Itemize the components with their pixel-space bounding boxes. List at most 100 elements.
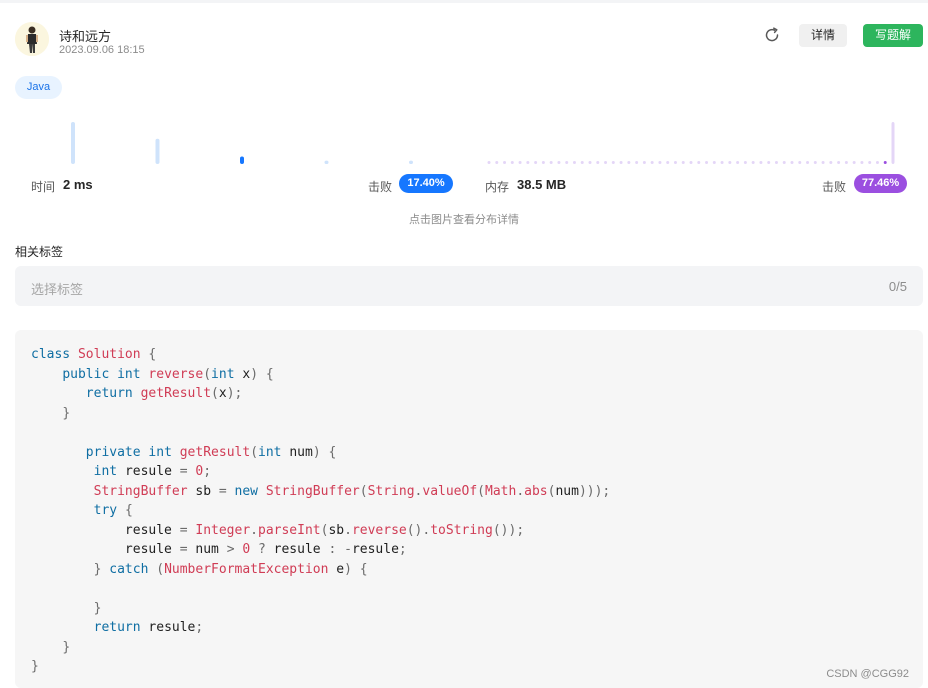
- memory-dist-bar: [503, 161, 507, 164]
- code-line: return resule;: [93, 620, 204, 635]
- time-value: 2 ms: [63, 177, 93, 192]
- memory-dist-bar: [596, 161, 600, 164]
- memory-dist-bar: [790, 161, 794, 164]
- memory-dist-bar: [572, 161, 576, 164]
- tag-select[interactable]: 选择标签 0/5: [15, 266, 923, 306]
- language-tag[interactable]: Java: [15, 76, 62, 99]
- memory-dist-bar: [635, 161, 639, 164]
- memory-dist-bar: [619, 161, 623, 164]
- memory-dist-bar: [759, 161, 763, 164]
- avatar[interactable]: [15, 22, 49, 56]
- memory-dist-bar: [666, 161, 670, 164]
- memory-dist-bar: [821, 161, 825, 164]
- code-line: ​: [31, 579, 610, 599]
- memory-dist-bar: [743, 161, 747, 164]
- memory-dist-bar: [627, 161, 631, 164]
- code-line: }: [62, 405, 71, 421]
- write-solution-button[interactable]: 写题解: [863, 24, 923, 47]
- memory-beats-label: 击败: [822, 180, 847, 194]
- memory-dist-bar: [580, 161, 584, 164]
- time-label: 时间: [31, 180, 56, 194]
- code-line: class Solution {: [31, 347, 157, 362]
- code-line: return getResult(x);: [85, 386, 243, 401]
- memory-dist-bar: [642, 161, 646, 164]
- memory-dist-bar: [837, 161, 841, 164]
- distribution-chart-svg: [71, 122, 895, 164]
- chart-hint: 点击图片查看分布详情: [409, 214, 519, 226]
- memory-dist-bar: [526, 161, 530, 164]
- code-line: ​: [31, 423, 610, 443]
- memory-dist-bar: [565, 161, 569, 164]
- memory-dist-bar: [705, 161, 709, 164]
- memory-dist-bar: [868, 161, 872, 164]
- memory-dist-bar: [604, 161, 608, 164]
- code-line: StringBuffer sb = new StringBuffer(Strin…: [93, 483, 611, 499]
- memory-dist-bar: [813, 161, 817, 164]
- memory-dist-bar: [650, 161, 654, 164]
- memory-dist-bar: [844, 161, 848, 164]
- memory-dist-bar: [518, 161, 522, 164]
- memory-dist-bar: [883, 161, 887, 164]
- code-line: resule = num > 0 ? resule : -resule;: [124, 542, 407, 557]
- code-line: }: [31, 659, 39, 674]
- code-line: resule = Integer.parseInt(sb.reverse().t…: [124, 522, 525, 538]
- memory-dist-bar: [860, 161, 864, 164]
- code-line: private int getResult(int num) {: [85, 444, 337, 460]
- memory-dist-bar: [782, 161, 786, 164]
- memory-dist-bar: [689, 161, 693, 164]
- memory-dist-bar: [549, 161, 553, 164]
- memory-dist-bar: [487, 161, 491, 164]
- submission-timestamp: 2023.09.06 18:15: [59, 44, 145, 56]
- time-beats-badge: 17.40%: [399, 174, 453, 193]
- memory-dist-bar: [852, 161, 856, 164]
- refresh-icon: [765, 27, 779, 42]
- memory-dist-bar: [697, 161, 701, 164]
- detail-button[interactable]: 详情: [799, 24, 847, 47]
- memory-dist-bar: [736, 161, 740, 164]
- memory-dist-bar: [541, 161, 545, 164]
- memory-dist-bar: [767, 161, 771, 164]
- code-line: } catch (NumberFormatException e) {: [93, 561, 368, 577]
- memory-dist-bar: [557, 161, 561, 164]
- memory-dist-bar: [829, 161, 833, 164]
- code-line: }: [62, 639, 71, 655]
- memory-dist-bar: [588, 161, 592, 164]
- memory-dist-bar: [806, 161, 810, 164]
- code-line: try {: [93, 503, 133, 518]
- memory-dist-bar: [751, 161, 755, 164]
- memory-dist-bar: [774, 161, 778, 164]
- memory-dist-bar: [673, 161, 677, 164]
- memory-dist-bar: [728, 161, 732, 164]
- runtime-dist-bar: [324, 160, 329, 164]
- username[interactable]: 诗和远方: [59, 26, 111, 45]
- memory-dist-bar: [534, 161, 538, 164]
- code-line: int resule = 0;: [93, 464, 212, 479]
- memory-dist-bar: [681, 161, 685, 164]
- distribution-chart[interactable]: 时间 2 ms 击败 17.40% 内存 38.5 MB 击败 77.46%: [15, 112, 923, 222]
- code-line: }: [93, 600, 102, 616]
- memory-dist-bar: [720, 161, 724, 164]
- watermark: CSDN @CGG92: [826, 668, 909, 680]
- memory-value: 38.5 MB: [517, 177, 567, 192]
- memory-dist-bar: [611, 161, 615, 164]
- related-tags-title: 相关标签: [15, 245, 64, 259]
- runtime-dist-bar: [71, 122, 75, 164]
- memory-dist-bar: [875, 161, 879, 164]
- memory-dist-bar: [891, 122, 895, 164]
- memory-dist-bar: [510, 161, 514, 164]
- memory-dist-bar: [658, 161, 662, 164]
- memory-label: 内存: [485, 180, 510, 194]
- code-line: public int reverse(int x) {: [62, 366, 274, 382]
- code-content: class Solution { public int reverse(int …: [31, 345, 610, 677]
- code-block[interactable]: class Solution { public int reverse(int …: [15, 330, 923, 688]
- refresh-button[interactable]: [762, 25, 782, 45]
- memory-dist-bar: [495, 161, 499, 164]
- runtime-dist-bar: [409, 160, 413, 164]
- tag-select-placeholder: 选择标签: [31, 282, 84, 297]
- memory-dist-bar: [798, 161, 802, 164]
- runtime-dist-bar: [155, 138, 160, 164]
- memory-dist-bar: [712, 161, 716, 164]
- memory-beats-badge: 77.46%: [854, 174, 907, 193]
- runtime-dist-bar: [240, 156, 244, 164]
- avatar-figure-icon: [15, 22, 49, 56]
